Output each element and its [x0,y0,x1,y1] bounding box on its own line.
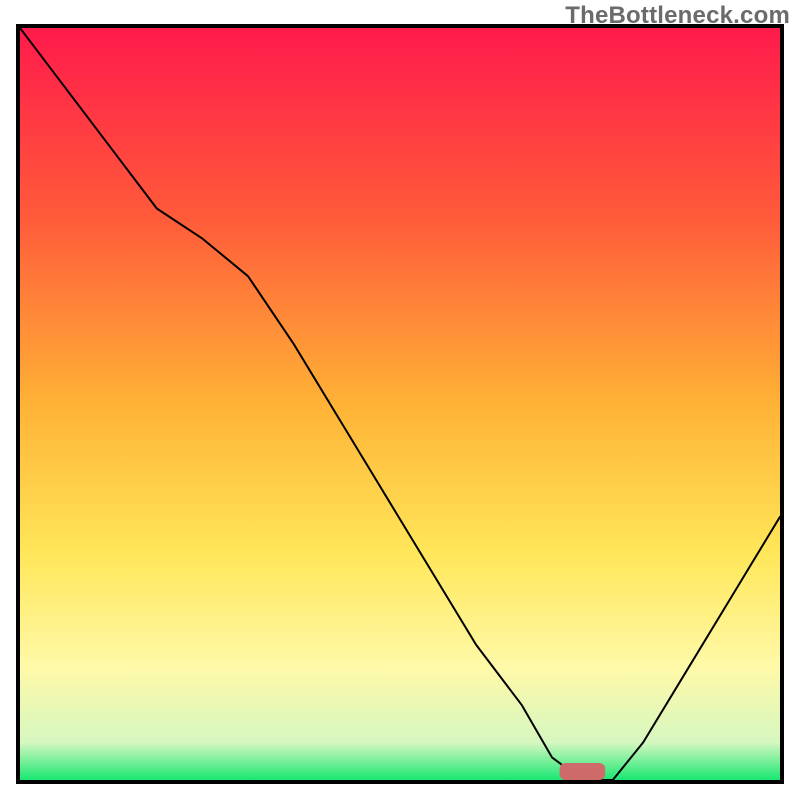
plot-frame [16,24,784,784]
plot-svg [20,28,780,780]
optimal-marker [560,763,606,780]
plot-background [20,28,780,780]
chart-container: TheBottleneck.com [0,0,800,800]
